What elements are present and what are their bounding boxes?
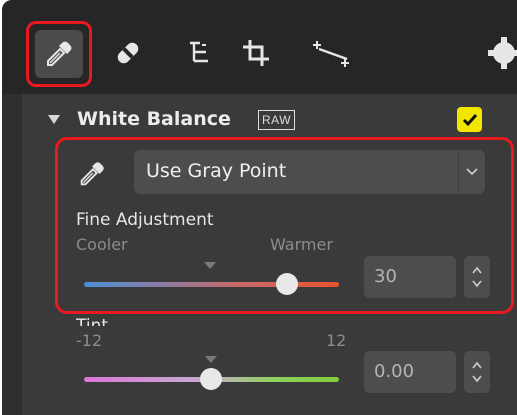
- raw-badge: RAW: [258, 110, 296, 130]
- levels-curves-icon: [190, 41, 208, 63]
- gray-point-picker-icon: [80, 162, 104, 186]
- collapse-triangle-icon[interactable]: [48, 115, 60, 124]
- fine-adjustment-slider-thumb[interactable]: [276, 273, 298, 295]
- crop-tool-button[interactable]: [236, 33, 276, 73]
- color-picker-tool-button[interactable]: [26, 21, 92, 87]
- white-balance-header[interactable]: White Balance RAW: [22, 94, 517, 140]
- checkmark-icon: [462, 113, 477, 126]
- retouch-brush-tool-button[interactable]: [108, 33, 148, 73]
- settings-gear-icon: [488, 37, 517, 69]
- fine-adjustment-stepper[interactable]: [464, 256, 490, 298]
- tint-label: Tint: [76, 316, 109, 326]
- tint-max-label: 12: [326, 331, 347, 350]
- chevron-down-icon: [466, 168, 478, 176]
- fine-adjustment-value-field[interactable]: 30: [364, 256, 456, 298]
- tint-slider-thumb[interactable]: [200, 368, 222, 390]
- stepper-arrows-icon: [472, 361, 482, 383]
- levels-curves-tool-button[interactable]: [180, 33, 220, 73]
- gray-point-picker-button[interactable]: [76, 158, 108, 190]
- white-balance-mode-dropdown[interactable]: Use Gray Point: [134, 150, 485, 194]
- fine-adjustment-label: Fine Adjustment: [76, 210, 214, 230]
- tint-value: 0.00: [374, 361, 415, 382]
- straighten-icon: [313, 41, 349, 67]
- white-balance-title: White Balance: [77, 108, 231, 130]
- fine-adjustment-slider-track[interactable]: [84, 282, 339, 287]
- default-position-marker: [204, 262, 216, 269]
- tint-default-marker: [205, 356, 217, 363]
- warmer-label: Warmer: [270, 235, 333, 254]
- tint-stepper[interactable]: [464, 351, 490, 393]
- straighten-tool-button[interactable]: [311, 33, 355, 73]
- tool-toolbar: [2, 0, 517, 94]
- settings-tool-button[interactable]: [486, 33, 517, 73]
- retouch-brush-icon: [117, 42, 139, 64]
- white-balance-mode-value: Use Gray Point: [146, 160, 287, 182]
- crop-icon: [243, 40, 269, 66]
- color-picker-icon: [47, 41, 72, 66]
- stepper-arrows-icon: [472, 266, 482, 288]
- tint-value-field[interactable]: 0.00: [364, 351, 456, 393]
- white-balance-enable-checkbox[interactable]: [457, 107, 482, 132]
- fine-adjustment-value: 30: [374, 266, 397, 287]
- dropdown-arrow-button[interactable]: [458, 150, 485, 194]
- cooler-label: Cooler: [76, 235, 128, 254]
- tint-min-label: -12: [76, 331, 103, 350]
